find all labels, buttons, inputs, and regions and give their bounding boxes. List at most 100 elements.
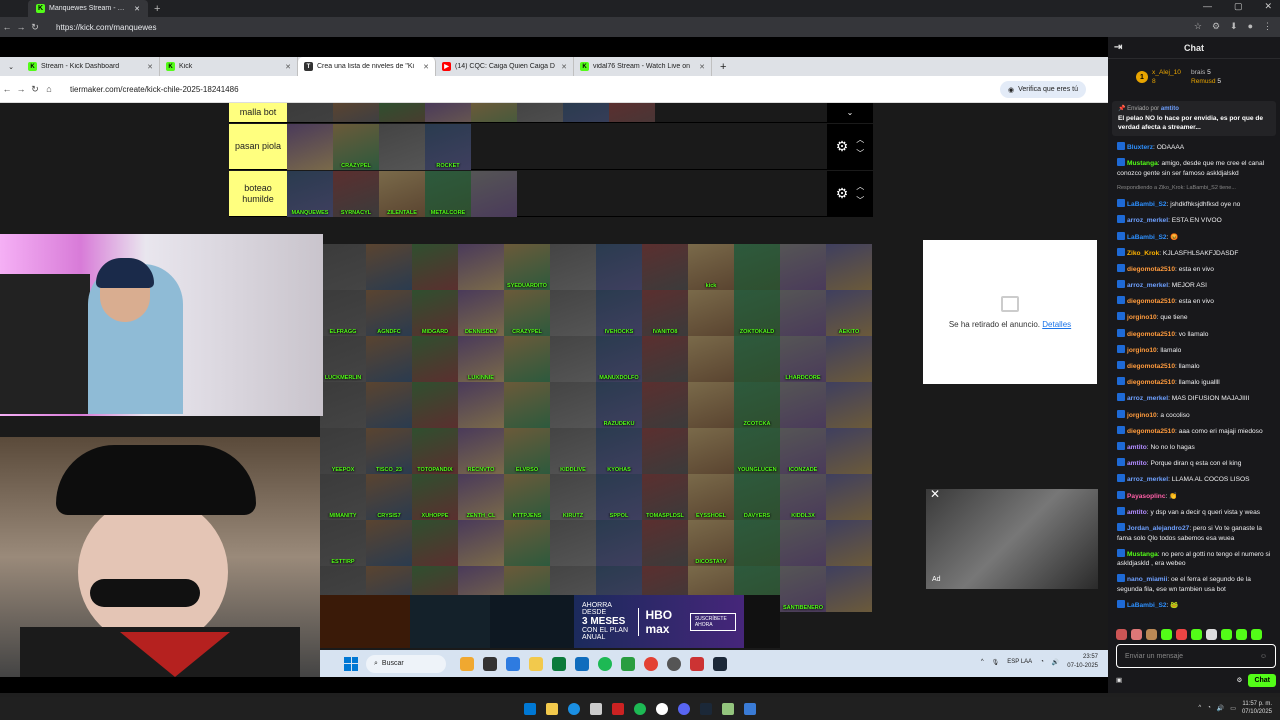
tier-item-avatar[interactable]: [826, 566, 872, 612]
tier-item-avatar[interactable]: KTTPJENS: [504, 474, 550, 520]
tier-item-avatar[interactable]: ZCOTCKA: [734, 382, 780, 428]
home-icon[interactable]: ⌂: [42, 84, 56, 94]
chevron-up-icon[interactable]: ^: [1198, 705, 1201, 711]
reload-icon[interactable]: ↻: [28, 22, 42, 33]
chat-username[interactable]: Bluxterz: [1127, 144, 1153, 151]
new-tab-icon[interactable]: +: [154, 3, 160, 15]
emote-icon[interactable]: [1251, 629, 1262, 640]
tier-item-avatar[interactable]: [412, 520, 458, 566]
chat-username[interactable]: Mustanga: [1127, 160, 1158, 167]
emote-icon[interactable]: [1206, 629, 1217, 640]
tier-item-avatar[interactable]: ELFRAGG: [320, 290, 366, 336]
emote-icon[interactable]: [1146, 629, 1157, 640]
tier-item-avatar[interactable]: [642, 520, 688, 566]
tier-item-avatar[interactable]: SYRNACYL: [333, 171, 379, 217]
outer-url-field[interactable]: https://kick.com/manquewes: [56, 23, 156, 32]
tier-item-avatar[interactable]: TOMASPLDSL: [642, 474, 688, 520]
tier-item-avatar[interactable]: [596, 520, 642, 566]
tier-item-avatar[interactable]: CRYSIS7: [366, 474, 412, 520]
download-icon[interactable]: ⬇: [1230, 21, 1238, 32]
tier-item-avatar[interactable]: YOUNGLUCEN: [734, 428, 780, 474]
tier-item-avatar[interactable]: ROCKET: [425, 124, 471, 170]
back-icon[interactable]: ←: [0, 84, 14, 94]
tier-item-avatar[interactable]: IVEHOCKS: [596, 290, 642, 336]
tier-item-avatar[interactable]: MATIAYS: [471, 103, 517, 122]
gear-icon[interactable]: ⚙: [836, 138, 849, 155]
collapse-chat-icon[interactable]: ⇥: [1114, 42, 1122, 53]
inner-tab-1[interactable]: K Stream - Kick Dashboard ✕: [22, 57, 160, 76]
tier-item-avatar[interactable]: kick: [688, 244, 734, 290]
tier-item-avatar[interactable]: [504, 382, 550, 428]
minimize-icon[interactable]: —: [1203, 1, 1212, 12]
tier-item-avatar[interactable]: NICO077: [333, 103, 379, 122]
tier-item-avatar[interactable]: [550, 520, 596, 566]
hbo-banner-ad[interactable]: AHORRA DESDE 3 MESES CON EL PLAN ANUAL H…: [320, 595, 780, 648]
chat-username[interactable]: diegomota2510: [1127, 428, 1175, 435]
tier-item-avatar[interactable]: [550, 244, 596, 290]
clock[interactable]: 11:57 p. m. 07/10/2025: [1242, 700, 1272, 716]
tier-item-avatar[interactable]: SANTIBENERO: [780, 566, 826, 612]
tier-item-avatar[interactable]: [320, 244, 366, 290]
tier-item-avatar[interactable]: [642, 336, 688, 382]
tier-item-avatar[interactable]: [826, 428, 872, 474]
reload-icon[interactable]: ↻: [28, 84, 42, 95]
tier-item-avatar[interactable]: XUHOPPE: [412, 474, 458, 520]
tier-item-avatar[interactable]: METALCORE: [425, 171, 471, 217]
tier-item-avatar[interactable]: [642, 382, 688, 428]
tier-label[interactable]: malla bot: [229, 103, 287, 122]
stream-video[interactable]: ⌄ K Stream - Kick Dashboard ✕ K Kick ✕ T…: [0, 37, 1108, 693]
app-icon[interactable]: [744, 702, 756, 715]
chat-username[interactable]: diegomota2510: [1127, 266, 1175, 273]
tier-item-avatar[interactable]: [412, 336, 458, 382]
outlook-icon[interactable]: [575, 656, 589, 671]
tier-item-avatar[interactable]: [826, 244, 872, 290]
verify-button[interactable]: ◉ Verifica que eres tú: [999, 81, 1086, 98]
tier-item-avatar[interactable]: KIDDLIVE: [550, 428, 596, 474]
tier-item-avatar[interactable]: [780, 520, 826, 566]
app-icon[interactable]: [722, 702, 734, 715]
tier-item-avatar[interactable]: YEEPOX: [320, 428, 366, 474]
inner-clock[interactable]: 23:57 07-10-2025: [1067, 653, 1098, 671]
back-icon[interactable]: ←: [0, 22, 14, 32]
tier-item-avatar[interactable]: ZENTH_CL: [458, 474, 504, 520]
forward-icon[interactable]: →: [14, 22, 28, 32]
gift-icon[interactable]: ▣: [1116, 676, 1122, 684]
chat-username[interactable]: LaBambi_S2: [1127, 201, 1167, 208]
tier-item-avatar[interactable]: [734, 244, 780, 290]
tier-item-avatar[interactable]: CRAZYPEL: [504, 290, 550, 336]
tier-item-avatar[interactable]: RAZUDEKU: [596, 382, 642, 428]
tier-item-avatar[interactable]: MANQUEWES: [287, 171, 333, 217]
tier-item-avatar[interactable]: [780, 382, 826, 428]
tab-list-icon[interactable]: ⌄: [0, 63, 22, 71]
chevron-down-icon[interactable]: ﹀: [856, 194, 864, 208]
tier-item-avatar[interactable]: [780, 244, 826, 290]
chat-username[interactable]: amtito: [1127, 444, 1147, 451]
tier-item-avatar[interactable]: MANUXDOLFO: [596, 336, 642, 382]
tier-item-avatar[interactable]: [379, 124, 425, 170]
inner-tab-3[interactable]: T Crea una lista de niveles de "Ki ✕: [298, 57, 436, 76]
close-tab-icon[interactable]: ✕: [561, 63, 567, 71]
chat-username[interactable]: Jordan_alejandro27: [1127, 525, 1189, 532]
tier-item-avatar[interactable]: IVANITO8: [642, 290, 688, 336]
chat-username[interactable]: Ziko_Krok: [1127, 250, 1159, 257]
tier-item-avatar[interactable]: [780, 290, 826, 336]
app-icon[interactable]: [690, 656, 704, 671]
ad-details-link[interactable]: Detalles: [1042, 320, 1071, 329]
tier-item-avatar[interactable]: KIDDL3X: [780, 474, 826, 520]
chat-username[interactable]: arroz_merkel: [1127, 395, 1168, 402]
tier-item-avatar[interactable]: ZOKTOKALD: [734, 290, 780, 336]
tier-item-avatar[interactable]: [287, 124, 333, 170]
close-tab-icon[interactable]: ✕: [147, 63, 153, 71]
inner-url-field[interactable]: tiermaker.com/create/kick-chile-2025-182…: [70, 85, 239, 94]
chat-username[interactable]: jorgino10: [1127, 347, 1157, 354]
chat-username[interactable]: arroz_merkel: [1127, 217, 1168, 224]
outer-tab-active[interactable]: K Manquewes Stream - Watch ✕: [28, 0, 148, 17]
wifi-icon[interactable]: ◔: [1040, 659, 1044, 665]
tier-item-avatar[interactable]: [642, 428, 688, 474]
tier-item-avatar[interactable]: AEKITO: [826, 290, 872, 336]
chat-username[interactable]: arroz_merkel: [1127, 282, 1168, 289]
language-indicator[interactable]: ESP LAA: [1007, 659, 1032, 665]
leaderboard-first[interactable]: 1 x_Alej_10 8: [1136, 69, 1181, 85]
discord-icon[interactable]: [678, 702, 690, 715]
tier-item-avatar[interactable]: PERALBLOCK: [609, 103, 655, 122]
